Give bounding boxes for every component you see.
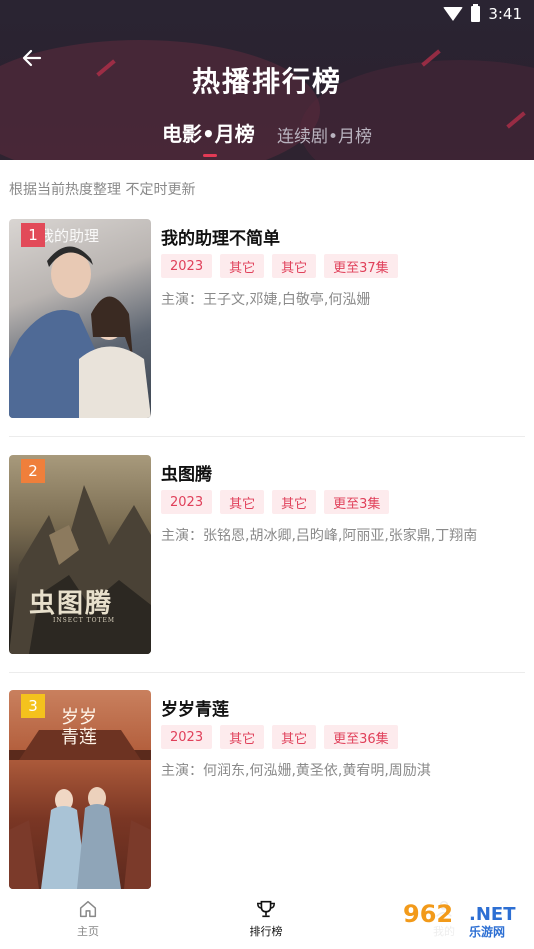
poster-image[interactable]: 岁岁 青莲 3	[9, 690, 151, 889]
rank-badge: 3	[21, 694, 45, 718]
region-tag: 其它	[220, 490, 265, 514]
nav-ranking[interactable]: 排行榜	[236, 898, 296, 939]
user-icon	[436, 900, 452, 917]
poster-illustration	[9, 485, 151, 654]
year-tag: 2023	[161, 490, 213, 514]
ranking-tabs: 电影•月榜 连续剧•月榜	[0, 118, 534, 158]
list-item[interactable]: 岁岁 青莲 3 岁岁青莲 2023 其它 其它 更至36集 主演：何润东,何泓姗,…	[9, 690, 525, 890]
region-tag: 其它	[220, 254, 265, 278]
genre-tag: 其它	[272, 490, 317, 514]
list-item[interactable]: 我的助理 1 我的助理不简单 2023 其它 其它 更至37集 主演：王子文,邓…	[9, 219, 525, 437]
poster-image[interactable]: 我的助理 1	[9, 219, 151, 418]
header: 3:41 热播排行榜 电影•月榜 连续剧•月榜	[0, 0, 534, 160]
cast-text: 主演：王子文,邓婕,白敬亭,何泓姗	[161, 292, 371, 308]
genre-tag: 其它	[272, 254, 317, 278]
nav-mine-label: 我的	[433, 925, 455, 938]
ranking-note: 根据当前热度整理 不定时更新	[9, 182, 196, 198]
rank-badge: 1	[21, 223, 45, 247]
item-title[interactable]: 岁岁青莲	[161, 695, 229, 720]
list-item[interactable]: 虫图腾 INSECT TOTEM 2 虫图腾 2023 其它 其它 更至3集 主…	[9, 455, 525, 673]
episodes-tag: 更至37集	[324, 254, 398, 278]
poster-title-art: 我的助理	[39, 227, 100, 245]
status-time: 3:41	[488, 5, 522, 23]
item-title[interactable]: 我的助理不简单	[161, 224, 280, 249]
home-icon	[79, 900, 97, 918]
nav-home-label: 主页	[77, 925, 99, 938]
battery-icon	[471, 4, 481, 22]
episodes-tag: 更至36集	[324, 725, 398, 749]
tag-list: 2023 其它 其它 更至3集	[161, 490, 390, 514]
region-tag: 其它	[220, 725, 265, 749]
tab-series-monthly[interactable]: 连续剧•月榜	[277, 122, 372, 147]
active-tab-indicator	[203, 154, 217, 157]
poster-subtitle-art: INSECT TOTEM	[53, 617, 116, 624]
bottom-nav: 主页 排行榜 我的	[0, 890, 534, 949]
poster-title-art: 岁岁 青莲	[61, 707, 97, 748]
nav-home[interactable]: 主页	[58, 898, 118, 939]
nav-mine[interactable]: 我的	[414, 898, 474, 939]
trophy-icon	[257, 900, 275, 918]
status-bar: 3:41	[0, 0, 534, 28]
tag-list: 2023 其它 其它 更至37集	[161, 254, 398, 278]
nav-ranking-label: 排行榜	[249, 925, 283, 938]
wifi-icon	[443, 7, 464, 21]
tag-list: 2023 其它 其它 更至36集	[161, 725, 398, 749]
genre-tag: 其它	[272, 725, 317, 749]
year-tag: 2023	[161, 254, 213, 278]
cast-text: 主演：何润东,何泓姗,黄圣依,黄宥明,周励淇	[161, 763, 431, 779]
year-tag: 2023	[161, 725, 213, 749]
cast-text: 主演：张铭恩,胡冰卿,吕昀峰,阿丽亚,张家鼎,丁翔南	[161, 528, 478, 544]
tab-movie-monthly[interactable]: 电影•月榜	[162, 118, 255, 147]
poster-title-art: 虫图腾	[29, 589, 114, 619]
episodes-tag: 更至3集	[324, 490, 390, 514]
page-title: 热播排行榜	[191, 65, 342, 98]
item-title[interactable]: 虫图腾	[161, 460, 212, 485]
rank-badge: 2	[21, 459, 45, 483]
poster-image[interactable]: 虫图腾 INSECT TOTEM 2	[9, 455, 151, 654]
